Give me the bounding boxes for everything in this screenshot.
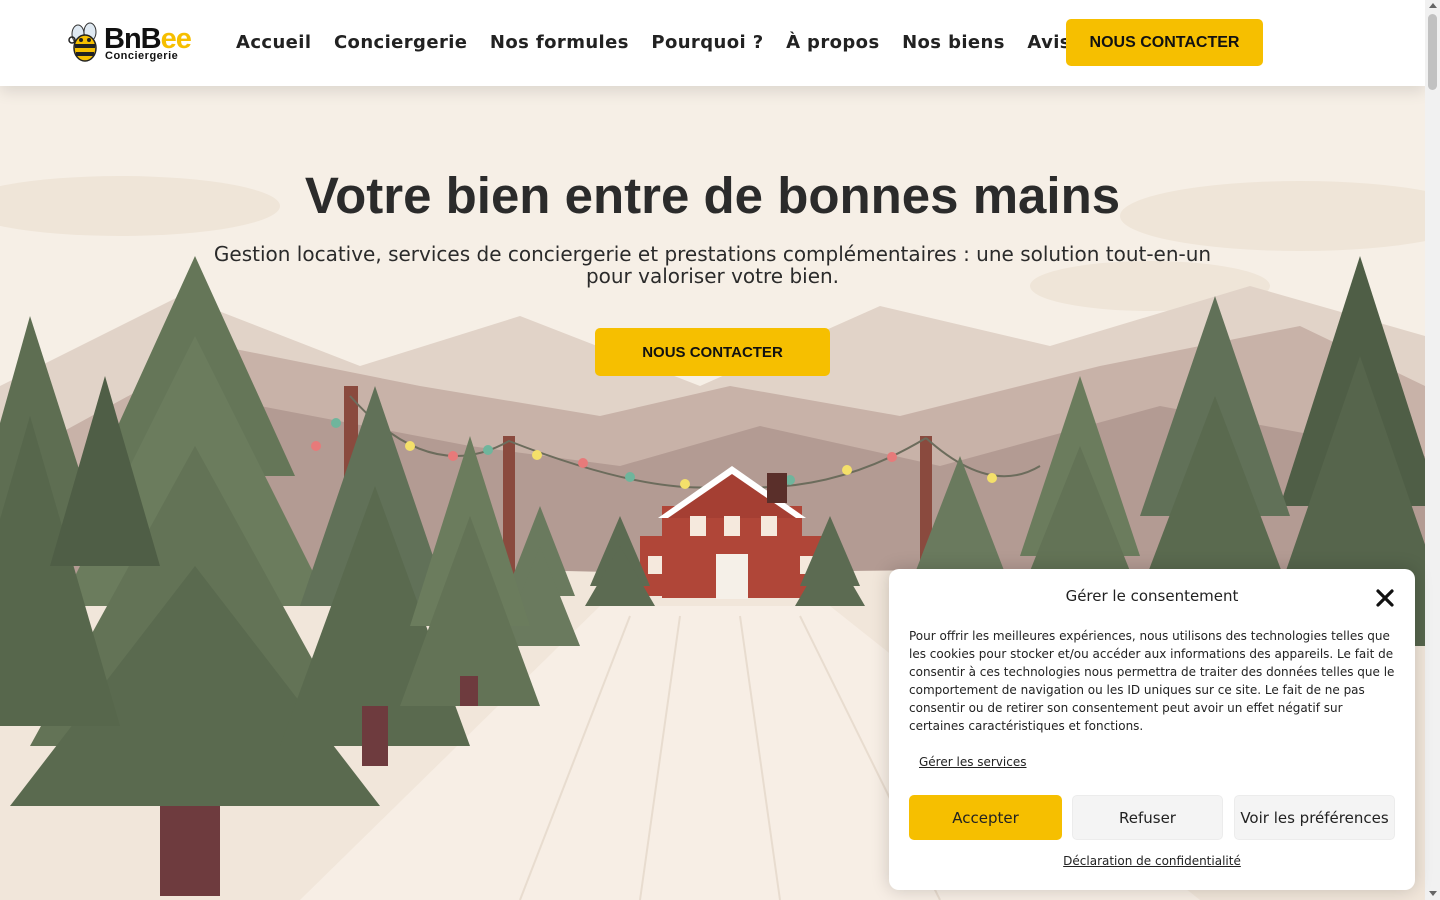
logo[interactable]: BnBee Conciergerie	[68, 22, 198, 66]
scroll-down-arrow-icon[interactable]	[1429, 891, 1437, 896]
accept-button[interactable]: Accepter	[909, 795, 1062, 840]
hero-subtitle: Gestion locative, services de concierger…	[213, 242, 1212, 288]
consent-title: Gérer le consentement	[1065, 587, 1239, 605]
site-header: BnBee Conciergerie Accueil Conciergerie …	[0, 0, 1425, 86]
logo-tagline: Conciergerie	[105, 50, 179, 62]
page-scrollbar[interactable]	[1425, 0, 1440, 900]
refuse-button[interactable]: Refuser	[1072, 795, 1223, 840]
bee-icon	[68, 22, 97, 62]
nav-nos-biens[interactable]: Nos biens	[902, 30, 1005, 56]
manage-services-link[interactable]: Gérer les services	[919, 755, 1027, 769]
nav-accueil[interactable]: Accueil	[236, 30, 311, 56]
privacy-policy-link[interactable]: Déclaration de confidentialité	[889, 854, 1415, 868]
nav-conciergerie[interactable]: Conciergerie	[334, 30, 467, 56]
header-contact-button[interactable]: NOUS CONTACTER	[1066, 19, 1263, 66]
preferences-button[interactable]: Voir les préférences	[1234, 795, 1395, 840]
nav-a-propos[interactable]: À propos	[786, 30, 880, 56]
close-icon[interactable]	[1373, 586, 1397, 610]
consent-text: Pour offrir les meilleures expériences, …	[909, 629, 1395, 733]
hero-contact-button[interactable]: NOUS CONTACTER	[595, 328, 830, 376]
scrollbar-thumb[interactable]	[1428, 14, 1437, 90]
cookie-consent-dialog: Gérer le consentement Pour offrir les me…	[889, 569, 1415, 890]
nav-nos-formules[interactable]: Nos formules	[490, 30, 629, 56]
scroll-up-arrow-icon[interactable]	[1429, 3, 1437, 8]
main-nav: Accueil Conciergerie Nos formules Pourqu…	[236, 30, 1093, 56]
nav-avis[interactable]: Avis	[1027, 30, 1071, 56]
nav-pourquoi[interactable]: Pourquoi ?	[651, 30, 763, 56]
hero-title: Votre bien entre de bonnes mains	[304, 167, 1121, 224]
